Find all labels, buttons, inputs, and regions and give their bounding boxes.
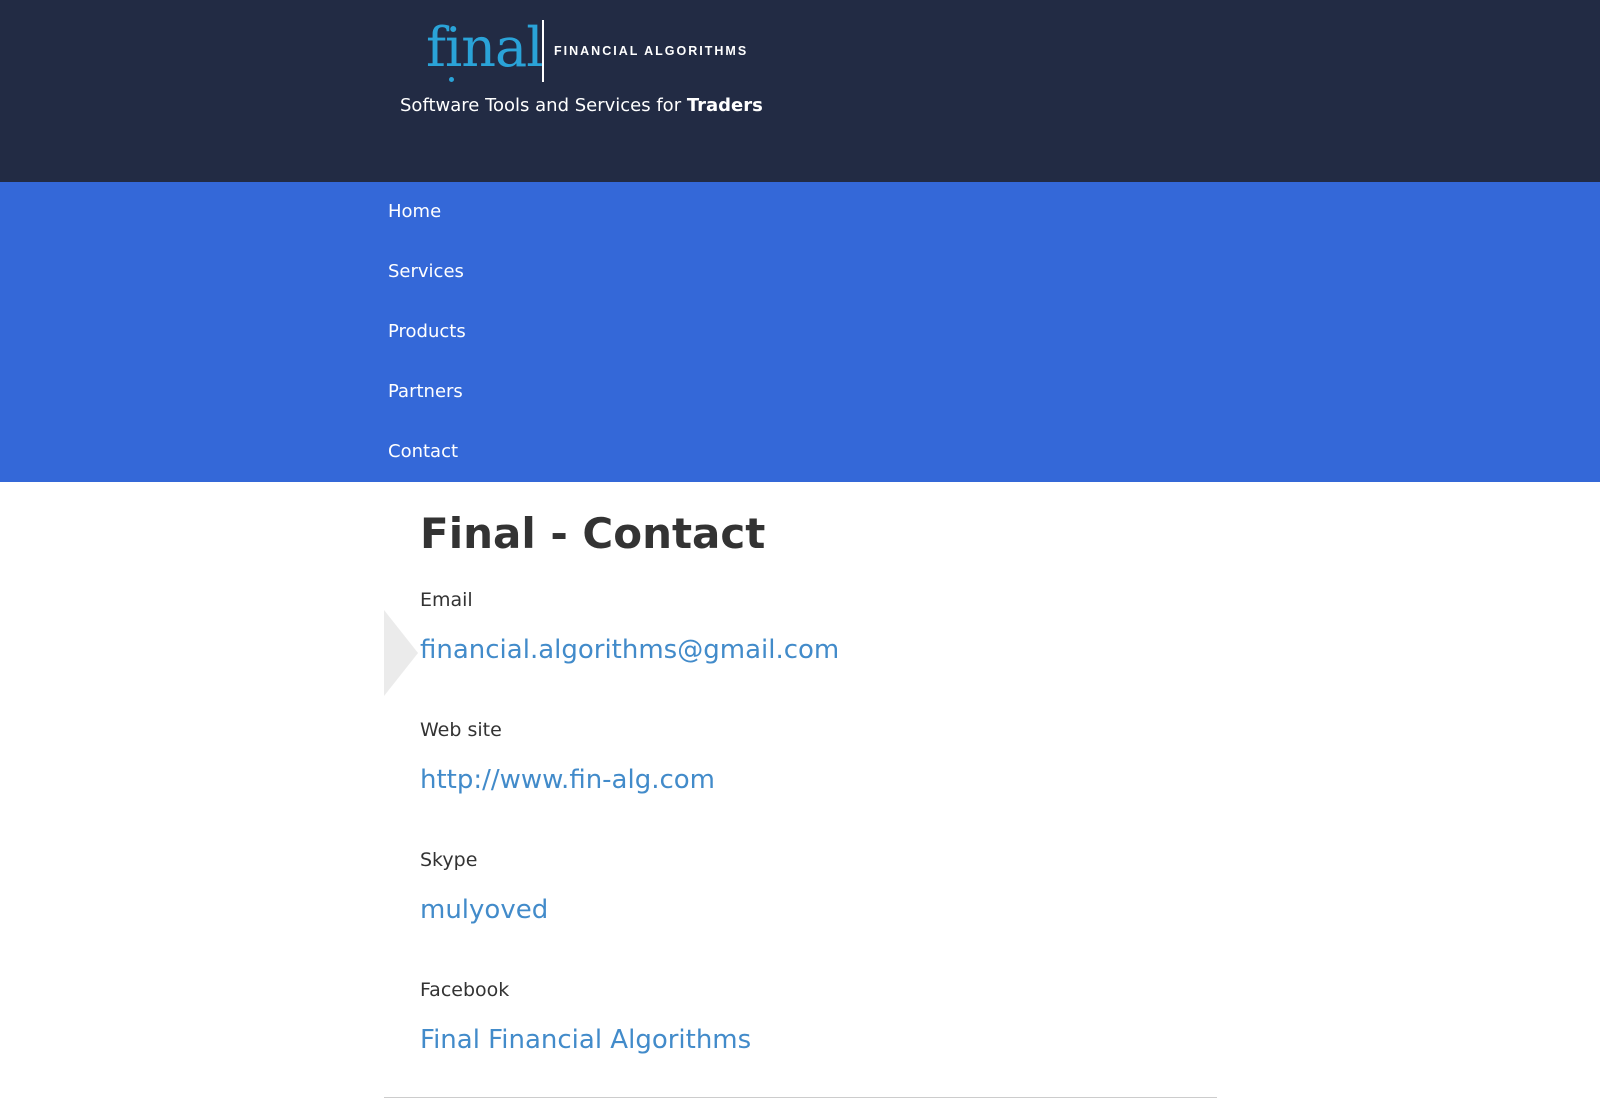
site-tagline: Software Tools and Services for Traders bbox=[400, 95, 763, 116]
facebook-label: Facebook bbox=[420, 979, 510, 1001]
site-logo[interactable]: final FINANCIAL ALGORITHMS bbox=[426, 18, 746, 84]
skype-link[interactable]: mulyoved bbox=[420, 895, 548, 925]
logo-wordmark: final bbox=[426, 16, 543, 79]
tagline-text: Software Tools and Services for bbox=[400, 95, 687, 116]
website-link[interactable]: http://www.fin-alg.com bbox=[420, 765, 715, 795]
nav-item-partners[interactable]: Partners bbox=[388, 381, 463, 402]
nav-item-products[interactable]: Products bbox=[388, 321, 466, 342]
main-nav: Home Services Products Partners Contact bbox=[0, 182, 1600, 482]
logo-divider bbox=[542, 20, 544, 82]
facebook-link[interactable]: Final Financial Algorithms bbox=[420, 1025, 751, 1055]
nav-item-contact[interactable]: Contact bbox=[388, 441, 458, 462]
site-header: final FINANCIAL ALGORITHMS Software Tool… bbox=[0, 0, 1600, 182]
email-link[interactable]: financial.algorithms@gmail.com bbox=[420, 635, 839, 665]
page-title: Final - Contact bbox=[420, 509, 766, 558]
nav-item-services[interactable]: Services bbox=[388, 261, 464, 282]
logo-subtitle: FINANCIAL ALGORITHMS bbox=[554, 44, 749, 58]
nav-item-home[interactable]: Home bbox=[388, 201, 441, 222]
skype-label: Skype bbox=[420, 849, 478, 871]
content-divider bbox=[384, 1097, 1217, 1098]
website-label: Web site bbox=[420, 719, 502, 741]
logo-dot bbox=[449, 77, 454, 82]
tagline-bold: Traders bbox=[686, 95, 763, 116]
active-section-arrow bbox=[384, 610, 418, 696]
email-label: Email bbox=[420, 589, 473, 611]
